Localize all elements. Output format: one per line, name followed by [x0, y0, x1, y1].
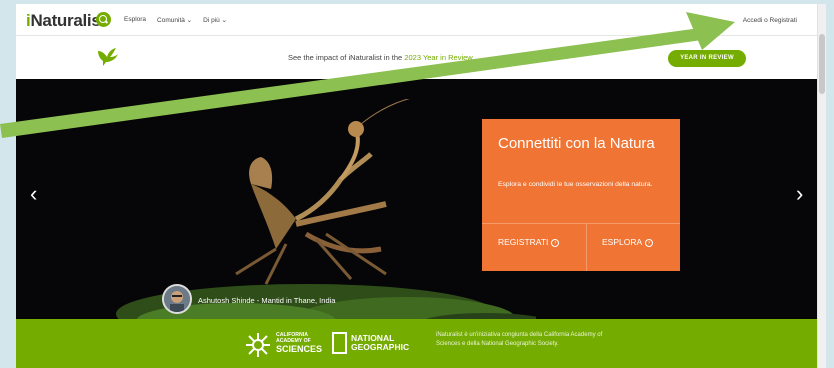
arrow-circle-right-icon: ›: [551, 238, 560, 247]
register-label: REGISTRATI: [498, 237, 549, 247]
natgeo-line-2: GEOGRAPHIC: [351, 342, 410, 352]
register-button[interactable]: REGISTRATI ›: [498, 237, 560, 247]
explore-label: ESPLORA: [602, 237, 643, 247]
cta-description: Esplora e condividi le tue osservazioni …: [498, 181, 653, 188]
browser-page: iNaturalist Esplora Comunità ⌄ Di più ⌄ …: [16, 4, 826, 368]
nav-comunita[interactable]: Comunità ⌄: [157, 16, 192, 24]
bird-logo-icon: [98, 48, 118, 66]
cta-panel: Connettiti con la Natura Esplora e condi…: [482, 119, 680, 271]
nav-esplora[interactable]: Esplora: [124, 16, 146, 24]
footer-description: iNaturalist è un'iniziativa congiunta de…: [436, 332, 603, 347]
hero-carousel: ‹ › Connettiti con la Natura Esplora e c…: [16, 79, 817, 319]
banner-text: See the impact of iNaturalist in the 202…: [288, 53, 474, 62]
cas-logo-text: CALIFORNIA ACADEMY OF SCIENCES: [276, 332, 322, 354]
avatar[interactable]: [162, 284, 192, 314]
signin-link[interactable]: Accedi o Registrati: [743, 17, 797, 24]
nav-di-piu[interactable]: Di più ⌄: [203, 16, 227, 24]
photo-credit-text[interactable]: Ashutosh Shinde - Mantid in Thane, India: [198, 296, 335, 305]
screenshot-frame: iNaturalist Esplora Comunità ⌄ Di più ⌄ …: [0, 0, 834, 368]
main-nav: Esplora Comunità ⌄ Di più ⌄: [124, 16, 227, 24]
banner-text-end: .: [472, 53, 475, 62]
search-icon[interactable]: [96, 12, 111, 27]
year-in-review-link[interactable]: 2023 Year in Review: [404, 53, 472, 62]
cta-vertical-divider: [586, 223, 587, 271]
cta-divider: [482, 223, 680, 224]
top-navigation: iNaturalist Esplora Comunità ⌄ Di più ⌄ …: [16, 4, 817, 36]
logo-text: Naturalist: [30, 11, 106, 30]
inaturalist-logo[interactable]: iNaturalist: [26, 11, 106, 31]
natgeo-logo-icon: [332, 332, 347, 354]
cas-logo-icon: [246, 333, 270, 357]
year-in-review-button[interactable]: YEAR IN REVIEW: [668, 50, 746, 67]
banner-text-start: See the impact of iNaturalist in the: [288, 53, 405, 62]
year-in-review-banner: See the impact of iNaturalist in the 202…: [16, 37, 817, 79]
partners-footer: CALIFORNIA ACADEMY OF SCIENCES NATIONAL …: [16, 319, 817, 368]
chevron-left-icon[interactable]: ‹: [30, 183, 37, 205]
cta-title: Connettiti con la Natura: [498, 135, 655, 152]
natgeo-logo-text: NATIONAL GEOGRAPHIC: [351, 334, 409, 352]
arrow-circle-right-icon: ›: [645, 238, 654, 247]
cas-line-3: SCIENCES: [276, 344, 323, 354]
chevron-right-icon[interactable]: ›: [796, 183, 803, 205]
explore-button[interactable]: ESPLORA ›: [602, 237, 654, 247]
scrollbar-thumb[interactable]: [819, 34, 825, 94]
page-scrollbar[interactable]: [817, 4, 826, 368]
mantis-photo: [235, 99, 410, 285]
